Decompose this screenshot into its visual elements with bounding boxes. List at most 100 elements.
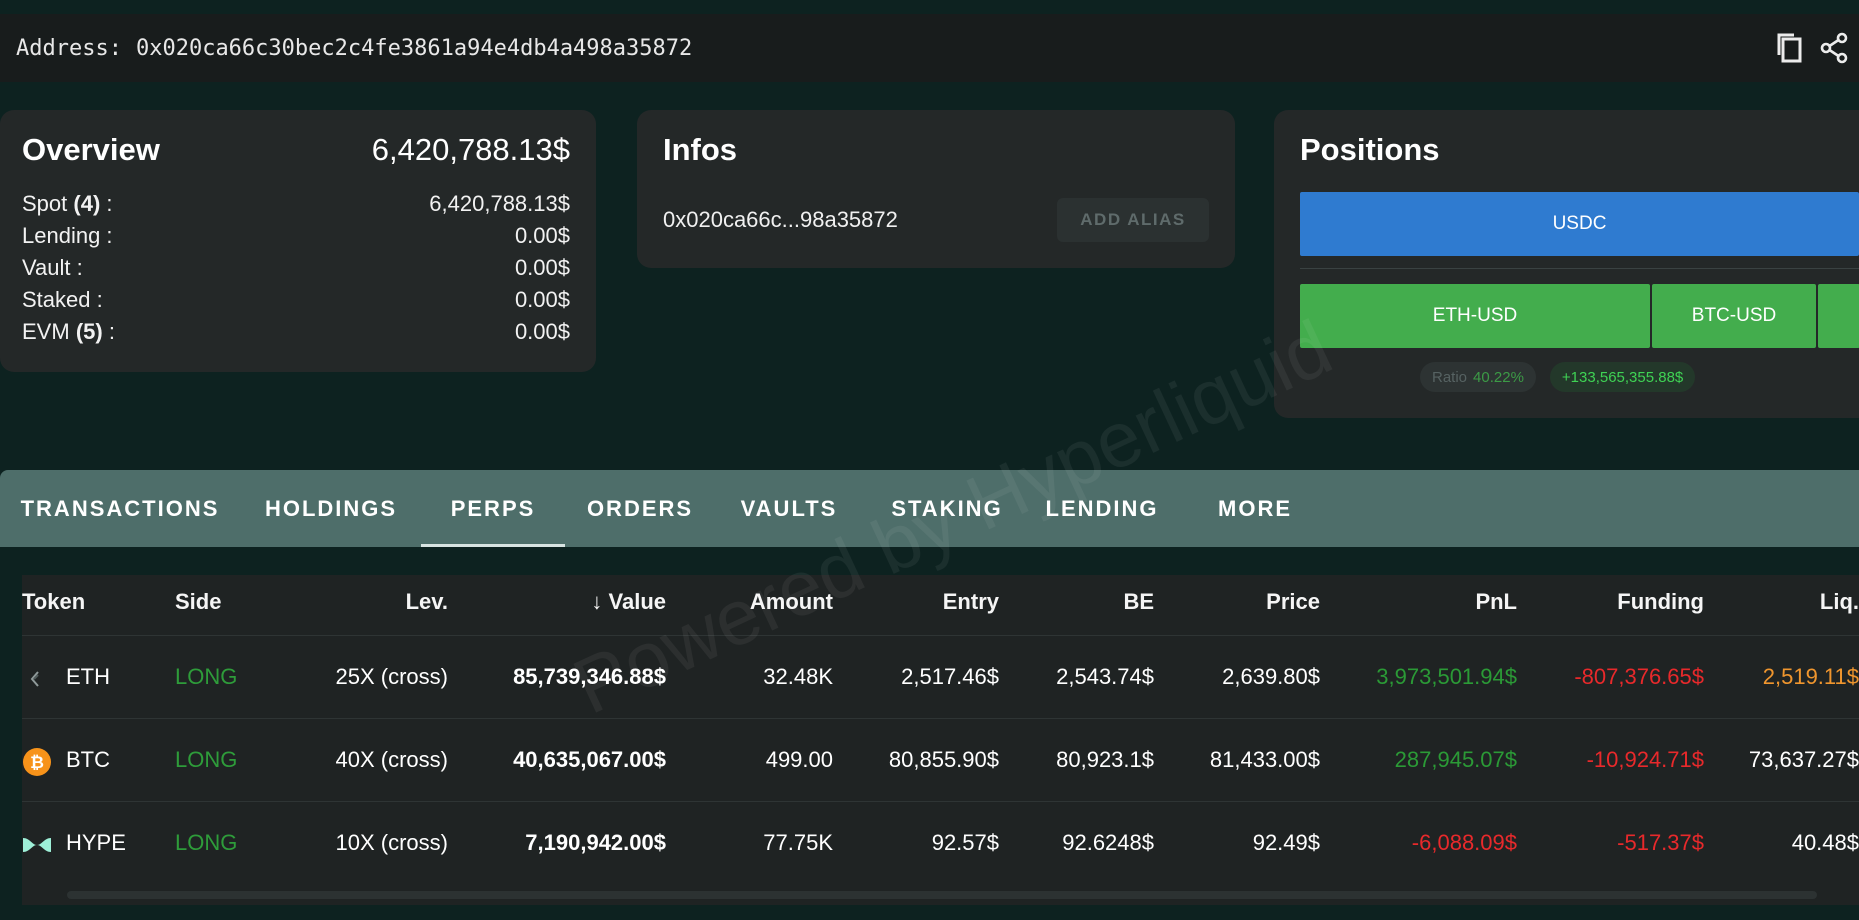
row-label: Vault : — [22, 255, 83, 280]
cell-price: 81,433.00$ — [1209, 747, 1320, 772]
row-divider — [22, 635, 1859, 636]
horizontal-scrollbar[interactable] — [67, 891, 1817, 899]
tab-bar: TRANSACTIONS HOLDINGS PERPS ORDERS VAULT… — [0, 470, 1859, 547]
ratio-label: Ratio — [1432, 368, 1468, 386]
header-token[interactable]: Token — [22, 589, 85, 615]
tab-staking[interactable]: STAKING — [863, 470, 1031, 547]
address-label: Address: — [16, 35, 122, 61]
positions-card: Positions USDC ETH-USD BTC-USD Ratio 40.… — [1274, 110, 1859, 418]
cell-value: 7,190,942.00$ — [525, 830, 666, 855]
cell-entry: 2,517.46$ — [901, 664, 999, 689]
header-be[interactable]: BE — [1123, 589, 1154, 615]
copy-icon[interactable] — [1775, 31, 1805, 65]
cell-pnl: -6,088.09$ — [1411, 830, 1517, 855]
position-bar-eth-usd[interactable]: ETH-USD — [1300, 284, 1650, 348]
overview-row-vault: Vault : 0.00$ — [22, 252, 570, 284]
cell-be: 2,543.74$ — [1056, 664, 1154, 689]
header-side[interactable]: Side — [175, 589, 221, 615]
cell-price: 92.49$ — [1252, 830, 1320, 855]
pnl-badge: +133,565,355.88$ — [1549, 362, 1696, 392]
row-label: Spot — [22, 191, 68, 216]
row-label: Staked : — [22, 287, 103, 312]
hype-icon — [22, 830, 52, 860]
row-label: EVM — [22, 319, 70, 344]
cell-funding: -517.37$ — [1617, 830, 1704, 855]
cell-side: LONG — [175, 664, 238, 689]
tab-lending[interactable]: LENDING — [1031, 470, 1173, 547]
row-label: Lending : — [22, 223, 113, 248]
cell-funding: -10,924.71$ — [1586, 747, 1704, 772]
cell-price: 2,639.80$ — [1222, 664, 1320, 689]
row-divider — [22, 718, 1859, 719]
infos-card: Infos 0x020ca66c...98a35872 ADD ALIAS — [637, 110, 1235, 268]
header-pnl[interactable]: PnL — [1475, 589, 1517, 615]
tab-more[interactable]: MORE — [1173, 470, 1337, 547]
cell-amount: 32.48K — [763, 664, 833, 689]
cell-liq: 40.48$ — [1791, 830, 1859, 855]
cell-funding: -807,376.65$ — [1574, 664, 1704, 689]
cell-token: BTC — [66, 747, 110, 772]
perps-table: Token Side Lev. ↓ Value Amount Entry BE … — [22, 575, 1859, 905]
header-liq[interactable]: Liq. — [1820, 589, 1859, 615]
row-suffix: : — [100, 191, 113, 216]
header-entry[interactable]: Entry — [943, 589, 999, 615]
row-suffix: : — [102, 319, 115, 344]
position-bar-other[interactable] — [1818, 284, 1859, 348]
cell-amount: 499.00 — [765, 747, 833, 772]
cell-token: HYPE — [66, 830, 126, 855]
position-bar-btc-usd[interactable]: BTC-USD — [1652, 284, 1816, 348]
cell-entry: 92.57$ — [931, 830, 999, 855]
overview-row-evm: EVM (5) : 0.00$ — [22, 316, 570, 348]
positions-title: Positions — [1300, 132, 1440, 167]
row-value: 0.00$ — [514, 255, 570, 280]
row-count: (5) — [75, 319, 103, 344]
cell-side: LONG — [175, 830, 238, 855]
tab-orders[interactable]: ORDERS — [565, 470, 715, 547]
overview-total: 6,420,788.13$ — [371, 132, 570, 167]
sort-arrow-icon: ↓ — [591, 589, 603, 614]
row-value: 6,420,788.13$ — [429, 191, 570, 216]
cell-value: 40,635,067.00$ — [513, 747, 666, 772]
svg-text:₿: ₿ — [30, 753, 44, 773]
header-value-label: Value — [608, 589, 666, 614]
row-value: 0.00$ — [514, 287, 570, 312]
row-value: 0.00$ — [514, 223, 570, 248]
cell-lev: 40X (cross) — [335, 747, 448, 772]
share-icon[interactable] — [1819, 32, 1849, 64]
ratio-badge: Ratio 40.22% — [1420, 362, 1536, 392]
add-alias-button[interactable]: ADD ALIAS — [1057, 198, 1209, 242]
tab-transactions[interactable]: TRANSACTIONS — [0, 470, 240, 547]
overview-row-lending: Lending : 0.00$ — [22, 220, 570, 252]
header-amount[interactable]: Amount — [750, 589, 833, 615]
tab-holdings[interactable]: HOLDINGS — [240, 470, 422, 547]
header-funding[interactable]: Funding — [1617, 589, 1704, 615]
address-value: 0x020ca66c30bec2c4fe3861a94e4db4a498a358… — [135, 35, 693, 61]
row-divider — [22, 801, 1859, 802]
btc-icon: ₿ — [22, 747, 52, 777]
address-bar: Address: 0x020ca66c30bec2c4fe3861a94e4db… — [0, 14, 1859, 82]
tab-vaults[interactable]: VAULTS — [715, 470, 863, 547]
cell-pnl: 287,945.07$ — [1394, 747, 1517, 772]
infos-title: Infos — [663, 132, 738, 167]
header-price[interactable]: Price — [1266, 589, 1320, 615]
cell-liq: 73,637.27$ — [1748, 747, 1859, 772]
cell-lev: 25X (cross) — [335, 664, 448, 689]
cell-be: 92.6248$ — [1062, 830, 1154, 855]
ratio-value: 40.22% — [1473, 368, 1524, 386]
cell-amount: 77.75K — [763, 830, 833, 855]
position-bar-usdc[interactable]: USDC — [1300, 192, 1859, 256]
overview-row-spot: Spot (4) : 6,420,788.13$ — [22, 188, 570, 220]
cell-value: 85,739,346.88$ — [513, 664, 666, 689]
tab-perps[interactable]: PERPS — [421, 470, 565, 547]
cell-side: LONG — [175, 747, 238, 772]
cell-be: 80,923.1$ — [1056, 747, 1154, 772]
infos-short-address: 0x020ca66c...98a35872 — [663, 207, 898, 232]
address-actions — [1775, 14, 1849, 82]
cell-pnl: 3,973,501.94$ — [1376, 664, 1517, 689]
eth-icon — [22, 664, 52, 694]
cell-token: ETH — [66, 664, 110, 689]
overview-card: Overview 6,420,788.13$ Spot (4) : 6,420,… — [0, 110, 596, 372]
header-value[interactable]: ↓ Value — [591, 589, 666, 615]
header-lev[interactable]: Lev. — [406, 589, 448, 615]
cell-entry: 80,855.90$ — [888, 747, 999, 772]
